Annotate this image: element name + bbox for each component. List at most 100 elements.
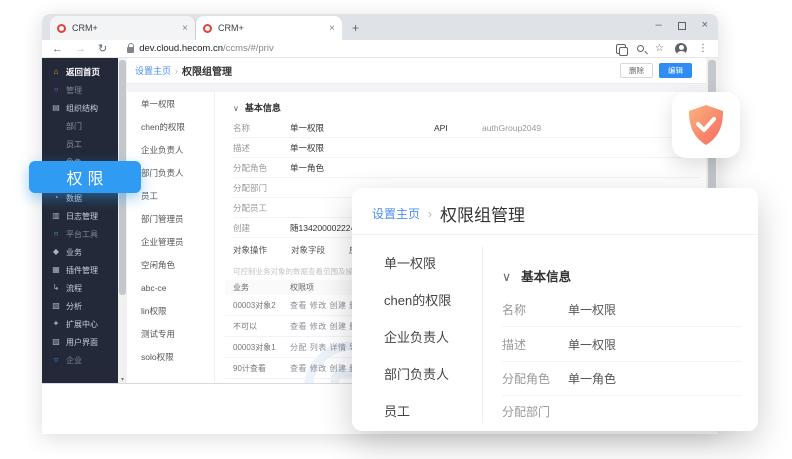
list-item[interactable]: lin权限	[127, 299, 214, 322]
translate-icon[interactable]	[616, 44, 626, 54]
browser-tab-1[interactable]: CRM+ ×	[50, 16, 196, 40]
permission-group-list: 单一权限 chen的权限 企业负责人 部门负责人 员工	[366, 244, 478, 429]
list-item[interactable]: chen的权限	[127, 115, 214, 138]
tabs-hint-text: 可控制业务对象的数据查看范围及操作	[233, 266, 361, 277]
list-item[interactable]: 企业负责人	[127, 138, 214, 161]
section-header[interactable]: ∨基本信息	[502, 266, 571, 285]
divider	[352, 234, 758, 235]
sidebar-item[interactable]: ↳ 流程	[42, 279, 118, 297]
menu-kebab-icon[interactable]: ⋮	[698, 43, 708, 54]
list-item[interactable]: 单一权限	[127, 92, 214, 115]
security-shield-badge	[672, 92, 740, 158]
list-item[interactable]: 企业管理员	[127, 230, 214, 253]
sidebar-item-icon: ✦	[51, 319, 61, 329]
field-label: 描述	[233, 142, 290, 154]
field-value: 单一权限	[568, 301, 616, 318]
list-item[interactable]: 单一权限	[366, 244, 478, 281]
list-item[interactable]: 测试专用	[127, 322, 214, 345]
sidebar-item-label: 用户界面	[66, 337, 98, 348]
sidebar-item-icon: ↳	[51, 283, 61, 293]
list-item[interactable]: chen的权限	[366, 281, 478, 318]
sidebar-item[interactable]: ✦ 扩展中心	[42, 315, 118, 333]
sidebar-item[interactable]: ▦ 插件管理	[42, 261, 118, 279]
edit-button[interactable]: 编辑	[659, 63, 692, 78]
field-row: 描述 单一权限	[502, 328, 742, 362]
permission-callout-button[interactable]: 权限	[29, 161, 141, 193]
sidebar-item[interactable]: ⌂ 返回首页	[42, 63, 118, 81]
forward-icon[interactable]: →	[75, 43, 86, 55]
sidebar-item[interactable]: ○ 平台工具	[42, 225, 118, 243]
url-domain: dev.cloud.hecom.cn	[139, 43, 223, 54]
list-item[interactable]: 空闲角色	[127, 253, 214, 276]
field-label: 分配部门	[233, 182, 290, 194]
chevron-down-icon: ∨	[502, 270, 511, 284]
section-header[interactable]: ∨基本信息	[233, 101, 281, 114]
tab-close-icon[interactable]: ×	[182, 23, 188, 34]
sidebar-item[interactable]: ◆ 业务	[42, 243, 118, 261]
sidebar-item[interactable]: ○ 管理	[42, 81, 118, 99]
breadcrumb-home-link[interactable]: 设置主页	[135, 64, 171, 77]
window-controls: – ×	[655, 20, 708, 31]
close-button[interactable]: ×	[702, 20, 708, 31]
sidebar-item-label: 业务	[66, 247, 82, 258]
creator-link[interactable]: 随13420000222小	[290, 222, 359, 234]
sidebar-item[interactable]: 部门	[42, 117, 118, 135]
list-item[interactable]: 员工	[366, 392, 478, 429]
field-label: 描述	[502, 336, 568, 353]
breadcrumb-separator: ›	[175, 66, 178, 76]
page-title: 权限组管理	[440, 201, 525, 226]
field-row: 描述 单一权限	[233, 138, 700, 158]
field-label: API	[434, 123, 482, 133]
sidebar-item[interactable]: ▥ 日志管理	[42, 207, 118, 225]
field-label: 名称	[502, 301, 568, 318]
sidebar-item-icon: ▤	[51, 103, 61, 113]
browser-tab-2[interactable]: CRM+ ×	[196, 16, 342, 40]
profile-avatar[interactable]	[675, 43, 687, 55]
tab[interactable]: 对象操作	[233, 244, 267, 262]
sidebar-item[interactable]: ▧ 分析	[42, 297, 118, 315]
back-icon[interactable]: ←	[52, 43, 63, 55]
sidebar-item-icon: ▧	[51, 301, 61, 311]
list-item[interactable]: abc-ce	[127, 276, 214, 299]
bookmark-star-icon[interactable]: ☆	[655, 43, 664, 54]
reload-icon[interactable]: ↻	[98, 42, 107, 55]
list-item[interactable]: solo权限	[127, 345, 214, 368]
browser-toolbar: ← → ↻ dev.cloud.hecom.cn/ccms/#/priv ☆ ⋮	[42, 40, 718, 58]
list-item[interactable]: 企业负责人	[366, 318, 478, 355]
shield-check-icon	[687, 104, 725, 146]
field-label: 分配员工	[233, 202, 290, 214]
scrollbar-down-arrow[interactable]: ▾	[118, 376, 127, 383]
sidebar-item[interactable]: 员工	[42, 135, 118, 153]
zoom-overlay-card: 设置主页 › 权限组管理 单一权限 chen的权限 企业负责人 部门负责人 员工…	[352, 188, 758, 431]
field-label: 分配角色	[502, 370, 568, 387]
delete-button[interactable]: 删除	[620, 63, 653, 78]
object-name: 00003对象1	[225, 342, 290, 353]
breadcrumb: 设置主页 › 权限组管理 删除 编辑	[127, 58, 706, 84]
https-lock-icon	[127, 47, 134, 53]
breadcrumb-separator: ›	[428, 207, 432, 221]
tab[interactable]: 对象字段	[291, 244, 325, 262]
tab-title: CRM+	[72, 23, 176, 33]
tab-title: CRM+	[218, 23, 323, 33]
sidebar-scrollbar[interactable]: ▾	[118, 58, 127, 384]
field-label: 创建	[233, 222, 290, 234]
address-bar[interactable]: dev.cloud.hecom.cn/ccms/#/priv	[139, 43, 273, 54]
sidebar-item-label: 流程	[66, 283, 82, 294]
object-name: 90计查看	[225, 363, 290, 374]
field-value: 单一角色	[290, 162, 324, 174]
sidebar-item[interactable]: ▨ 用户界面	[42, 333, 118, 351]
crm-favicon	[203, 24, 212, 33]
tab-close-icon[interactable]: ×	[329, 23, 335, 34]
sidebar-item[interactable]: ○ 企业	[42, 351, 118, 369]
list-item[interactable]: 部门管理员	[127, 207, 214, 230]
sidebar-item[interactable]: ▤ 组织结构	[42, 99, 118, 117]
maximize-button[interactable]	[678, 22, 686, 30]
sidebar-item-icon: ○	[51, 85, 61, 95]
minimize-button[interactable]: –	[655, 20, 661, 31]
breadcrumb-home-link[interactable]: 设置主页	[372, 205, 420, 222]
object-name: 不可以	[225, 321, 290, 332]
zoom-icon[interactable]	[637, 45, 644, 52]
field-value: 单一权限	[290, 122, 324, 134]
list-item[interactable]: 部门负责人	[366, 355, 478, 392]
new-tab-button[interactable]: +	[352, 21, 359, 35]
